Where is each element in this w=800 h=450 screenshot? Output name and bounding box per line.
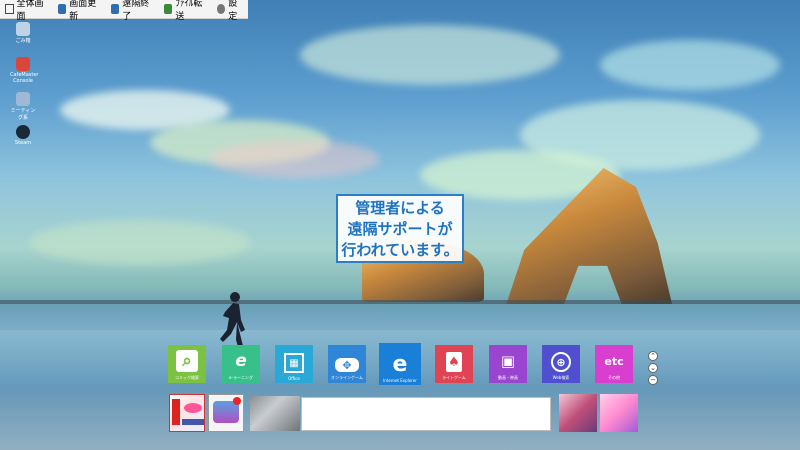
tile-label: Web検索 <box>552 375 570 380</box>
cloud <box>600 40 780 90</box>
remote-support-message: 管理者による 遠隔サポートが 行われています。 <box>336 194 464 263</box>
tile-label: 動画・映画 <box>498 375 518 380</box>
cloud <box>210 140 380 178</box>
film-icon: ▣ <box>500 352 516 370</box>
message-line: 管理者による <box>355 199 445 217</box>
recycle-bin-icon <box>16 22 30 36</box>
remote-toolbar: 全体画面 画面更新 遠隔終了 ﾌｧｲﾙ転送 設定 <box>0 0 248 22</box>
cafemaster-icon <box>16 57 30 71</box>
office-icon: ▦ <box>284 353 304 373</box>
tile-label: e-ラーニング <box>229 375 253 380</box>
photo-banner[interactable] <box>250 396 300 431</box>
tile-light-game[interactable]: ♠ ライトゲーム <box>435 345 473 383</box>
tile-e-learning[interactable]: e e-ラーニング <box>222 345 260 383</box>
minus-icon: − <box>650 376 656 384</box>
anime-banner[interactable] <box>559 394 597 432</box>
game-banner[interactable] <box>208 394 244 432</box>
desktop-icon-cafemaster[interactable]: CafeMaster Console <box>10 57 39 84</box>
refresh-screen-label: 画面更新 <box>69 0 97 22</box>
vr-logo-stripe <box>182 419 204 425</box>
card-game-icon: ♠ <box>446 352 462 372</box>
gamepad-icon: ✥ <box>335 358 359 372</box>
meeting-icon <box>16 92 30 106</box>
tile-label: オンラインゲーム <box>331 375 363 380</box>
desktop-icon-recycle-bin[interactable]: ごみ箱 <box>10 22 36 44</box>
file-transfer-button[interactable]: ﾌｧｲﾙ転送 <box>159 0 210 22</box>
refresh-screen-button[interactable]: 画面更新 <box>53 0 104 22</box>
desktop-icon-label: ごみ箱 <box>15 38 31 44</box>
remote-end-icon <box>111 4 120 14</box>
minimize-launcher-button[interactable]: − <box>648 375 658 385</box>
etc-icon: etc <box>604 354 624 368</box>
fullscreen-button[interactable]: 全体画面 <box>0 0 51 22</box>
steam-icon <box>16 125 30 139</box>
horizon-line <box>0 300 800 304</box>
settings-icon <box>217 4 226 14</box>
tile-video-movie[interactable]: ▣ 動画・映画 <box>489 345 527 383</box>
settings-label: 設定 <box>228 0 238 22</box>
file-transfer-label: ﾌｧｲﾙ転送 <box>175 0 203 22</box>
desktop-icon-steam[interactable]: Steam <box>10 125 36 146</box>
vr-banner[interactable] <box>169 394 205 432</box>
tile-internet-explorer[interactable]: e Internet Explorer <box>379 343 421 385</box>
message-line: 遠隔サポートが <box>347 220 453 238</box>
chevron-up-icon: ⌃ <box>650 352 656 360</box>
desktop-icon-label: ミーティング系 <box>10 108 36 121</box>
desktop-icon-label: CafeMaster Console <box>10 72 39 84</box>
novel-banner[interactable] <box>600 394 638 432</box>
tile-etc[interactable]: etc その他 <box>595 345 633 383</box>
tile-label: Office <box>288 376 300 381</box>
desktop-icon-meeting[interactable]: ミーティング系 <box>10 92 36 121</box>
tile-office[interactable]: ▦ Office <box>275 345 313 383</box>
notification-badge <box>233 397 241 405</box>
tile-label: その他 <box>608 375 620 380</box>
tile-web-search[interactable]: ⊕ Web検索 <box>542 345 580 383</box>
web-content-box[interactable] <box>301 397 551 431</box>
remote-end-label: 遠隔終了 <box>122 0 150 22</box>
tile-online-game[interactable]: ✥ オンラインゲーム <box>328 345 366 383</box>
cloud <box>30 220 250 265</box>
vr-logo-mark <box>172 399 180 425</box>
refresh-screen-icon <box>58 4 67 14</box>
message-line: 行われています。 <box>341 241 459 259</box>
tile-label: コミック検索 <box>175 375 199 380</box>
vr-logo-swoosh <box>184 403 202 413</box>
scroll-down-button[interactable]: ⌄ <box>648 363 658 373</box>
scroll-up-button[interactable]: ⌃ <box>648 351 658 361</box>
tile-label: ライトゲーム <box>442 375 466 380</box>
tile-comic-search[interactable]: ⌕ コミック検索 <box>168 345 206 383</box>
file-transfer-icon <box>164 4 173 14</box>
tile-label: Internet Explorer <box>383 378 417 383</box>
e-learning-icon: e <box>235 351 247 371</box>
web-search-icon: ⊕ <box>551 352 571 372</box>
settings-button[interactable]: 設定 <box>212 0 248 22</box>
internet-explorer-icon: e <box>392 351 408 377</box>
desktop-icon-label: Steam <box>14 140 32 146</box>
chevron-down-icon: ⌄ <box>650 364 656 372</box>
fullscreen-label: 全体画面 <box>16 0 44 22</box>
remote-end-button[interactable]: 遠隔終了 <box>106 0 157 22</box>
fullscreen-icon <box>5 4 14 14</box>
comic-search-icon: ⌕ <box>176 350 198 372</box>
cloud <box>300 25 560 85</box>
